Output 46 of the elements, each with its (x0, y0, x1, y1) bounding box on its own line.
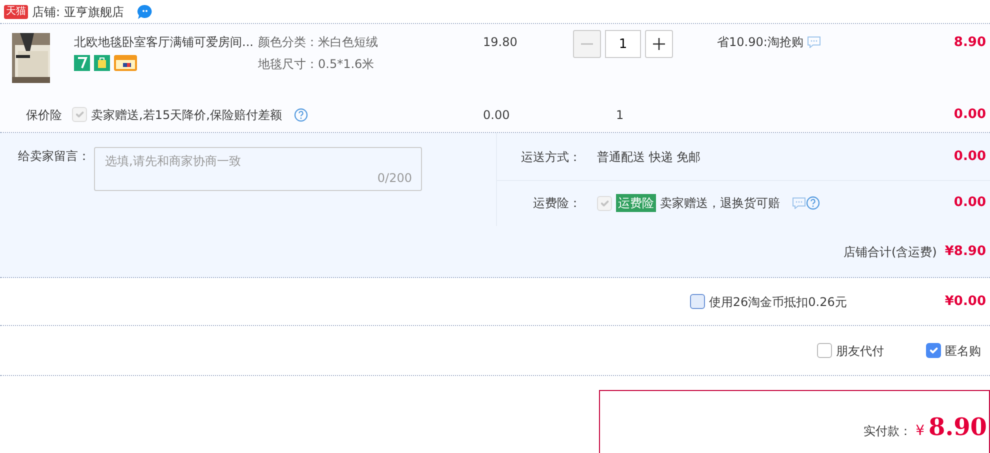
promo-text: 省10.90:淘抢购 (717, 34, 804, 51)
coin-deduction: ¥0.00 (944, 292, 986, 311)
shipping-method: 普通配送 快递 免邮 (597, 148, 702, 166)
checkbox[interactable] (926, 343, 941, 358)
product-title[interactable]: 北欧地毯卧室客厅满铺可爱房间... (74, 33, 258, 51)
payment-amount: 8.90 (928, 411, 987, 443)
help-icon[interactable] (806, 196, 820, 210)
message-label: 给卖家留言： (18, 148, 90, 165)
checkbox[interactable] (817, 343, 832, 358)
sku-text: 地毯尺寸：0.5*1.6米 (258, 56, 376, 73)
checkbox[interactable] (690, 294, 705, 309)
insurance-text: 卖家赠送,若15天降价,保险赔付差额 (91, 106, 282, 124)
payment-label: 实付款： (864, 423, 912, 440)
quantity-field[interactable]: 1 (605, 30, 641, 58)
bag-icon (94, 55, 110, 71)
option-label[interactable]: 匿名购 (945, 342, 981, 360)
chat-bubble-icon[interactable] (792, 197, 806, 209)
seven-day-return-icon (74, 55, 90, 71)
insurance-label: 保价险 (26, 106, 63, 124)
coin-deduction-label: 使用26淘金币抵扣0.26元 (708, 294, 848, 310)
shop-total: ¥8.90 (944, 242, 986, 261)
insurance-subtotal: 0.00 (954, 106, 986, 124)
unit-price: 19.80 (483, 34, 518, 51)
tmall-badge: 天猫 (4, 4, 28, 18)
plus-icon (652, 37, 666, 51)
help-icon[interactable] (294, 108, 308, 122)
subtotal: 8.90 (954, 34, 986, 52)
currency-symbol: ¥ (916, 422, 925, 441)
minus-button[interactable] (573, 30, 601, 58)
freight-insurance-text: 卖家赠送，退换货可赔 (660, 195, 780, 212)
sku-text: 颜色分类：米白色短绒 (258, 34, 379, 51)
option-label[interactable]: 朋友代付 (836, 342, 884, 360)
card-icon (114, 55, 137, 71)
insurance-tag: 运费险 (616, 194, 656, 212)
insurance-quantity: 1 (616, 106, 624, 124)
chat-icon[interactable] (136, 4, 154, 20)
shipping-fee: 0.00 (954, 148, 986, 166)
plus-button[interactable] (645, 30, 673, 58)
freight-insurance-fee: 0.00 (954, 194, 986, 212)
shop-name[interactable]: 店铺: 亚亨旗舰店 (32, 2, 124, 20)
shipping-label: 运送方式： (520, 148, 581, 166)
insurance-price: 0.00 (483, 106, 511, 124)
character-counter: 0/200 (377, 170, 412, 187)
freight-insurance-label: 运费险： (532, 195, 581, 212)
chat-bubble-icon[interactable] (807, 36, 822, 48)
shop-total-label: 店铺合计(含运费) (844, 244, 937, 260)
